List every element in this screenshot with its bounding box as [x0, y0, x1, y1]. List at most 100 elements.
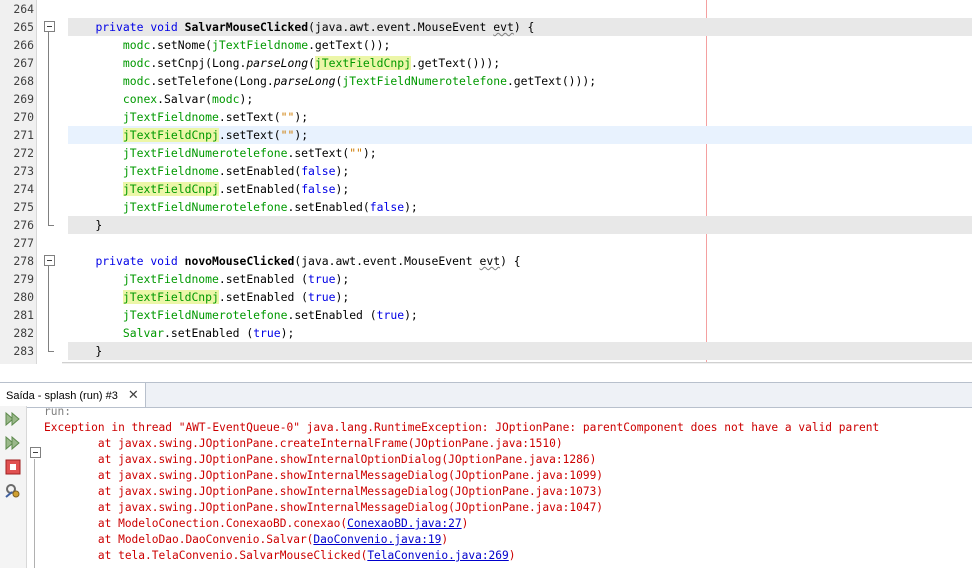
- code-line[interactable]: 271 jTextFieldCnpj.setText("");: [0, 126, 972, 144]
- code-token: );: [335, 164, 350, 178]
- output-line: at javax.swing.JOptionPane.createInterna…: [44, 436, 972, 452]
- code-token: jTextFieldCnpj: [122, 182, 219, 196]
- output-token[interactable]: TelaConvenio.java:269: [367, 549, 508, 562]
- code-token: (java.awt.event.MouseEvent: [308, 20, 494, 34]
- stop-icon[interactable]: [4, 458, 22, 476]
- code-line[interactable]: 279 jTextFieldnome.setEnabled (true);: [0, 270, 972, 288]
- code-token: "": [280, 128, 295, 142]
- output-token[interactable]: DaoConvenio.java:19: [313, 533, 441, 546]
- code-token: SalvarMouseClicked: [184, 20, 309, 34]
- scroll-right-icon[interactable]: ▶: [958, 363, 972, 364]
- fold-collapse-icon[interactable]: [44, 255, 55, 266]
- output-fold-guide: [34, 459, 35, 568]
- code-token: );: [294, 110, 309, 124]
- code-token: }: [68, 344, 103, 358]
- code-token: );: [239, 92, 254, 106]
- output-line: at javax.swing.JOptionPane.showInternalM…: [44, 468, 972, 484]
- code-token: .setEnabled(: [218, 164, 302, 178]
- output-line: at javax.swing.JOptionPane.showInternalM…: [44, 484, 972, 500]
- code-text: modc.setCnpj(Long.parseLong(jTextFieldCn…: [68, 54, 500, 72]
- output-token: at ModeloConection.ConexaoBD.conexao(: [44, 517, 348, 530]
- scroll-left-icon[interactable]: ◀: [62, 363, 76, 364]
- code-token: evt: [479, 254, 501, 268]
- code-token: jTextFieldCnpj: [314, 56, 411, 70]
- code-line[interactable]: 276 }: [0, 216, 972, 234]
- code-line[interactable]: 272 jTextFieldNumerotelefone.setText("")…: [0, 144, 972, 162]
- code-line[interactable]: 278 private void novoMouseClicked(java.a…: [0, 252, 972, 270]
- code-line[interactable]: 264: [0, 0, 972, 18]
- code-line[interactable]: 265 private void SalvarMouseClicked(java…: [0, 18, 972, 36]
- line-number: 279: [13, 272, 34, 286]
- code-line[interactable]: 280 jTextFieldCnpj.setEnabled (true);: [0, 288, 972, 306]
- code-token: private: [95, 254, 144, 268]
- code-token: .getText()));: [410, 56, 501, 70]
- code-token: private: [95, 20, 144, 34]
- code-token: );: [335, 290, 350, 304]
- code-token: .setEnabled (: [218, 290, 309, 304]
- line-number: 267: [13, 56, 34, 70]
- code-line[interactable]: 268 modc.setTelefone(Long.parseLong(jTex…: [0, 72, 972, 90]
- code-line[interactable]: 281 jTextFieldNumerotelefone.setEnabled …: [0, 306, 972, 324]
- code-token: evt: [493, 20, 514, 34]
- code-token: );: [335, 272, 350, 286]
- code-editor[interactable]: 264 265 private void SalvarMouseClicked(j…: [0, 0, 972, 364]
- code-token: void: [150, 254, 178, 268]
- code-line[interactable]: 282 Salvar.setEnabled (true);: [0, 324, 972, 342]
- line-highlight: [68, 342, 972, 360]
- code-text: jTextFieldnome.setText("");: [68, 108, 308, 126]
- output-token: run:: [44, 405, 71, 418]
- output-token: Exception in thread "AWT-EventQueue-0" j…: [44, 421, 880, 434]
- code-line[interactable]: 266 modc.setNome(jTextFieldnome.getText(…: [0, 36, 972, 54]
- code-token: (java.awt.event.MouseEvent: [294, 254, 480, 268]
- code-token: );: [335, 182, 350, 196]
- code-line[interactable]: 267 modc.setCnpj(Long.parseLong(jTextFie…: [0, 54, 972, 72]
- code-token: jTextFieldCnpj: [122, 128, 219, 142]
- settings-icon[interactable]: [4, 482, 22, 500]
- code-line[interactable]: 270 jTextFieldnome.setText("");: [0, 108, 972, 126]
- line-number: 274: [13, 182, 34, 196]
- code-line[interactable]: 277: [0, 234, 972, 252]
- code-token: }: [68, 218, 103, 232]
- horizontal-scrollbar[interactable]: ◀ ▶: [62, 362, 972, 364]
- code-line[interactable]: 274 jTextFieldCnpj.setEnabled(false);: [0, 180, 972, 198]
- code-token: .getText());: [308, 38, 391, 52]
- code-line[interactable]: 269 conex.Salvar(modc);: [0, 90, 972, 108]
- rerun-with-params-icon[interactable]: [4, 434, 22, 452]
- output-console[interactable]: run: Exception in thread "AWT-EventQueue-…: [44, 404, 972, 564]
- code-text: conex.Salvar(modc);: [68, 90, 253, 108]
- close-icon[interactable]: ✕: [128, 387, 139, 402]
- output-line: run:: [44, 404, 972, 420]
- output-line: Exception in thread "AWT-EventQueue-0" j…: [44, 420, 972, 436]
- code-token: .setTelefone(Long.: [150, 74, 274, 88]
- line-number: 280: [13, 290, 34, 304]
- rerun-icon[interactable]: [4, 410, 22, 428]
- output-panel: Saída - splash (run) #3 ✕ run: Exception i…: [0, 382, 972, 568]
- code-token: jTextFieldNumerotelefone: [122, 146, 288, 160]
- line-number: 282: [13, 326, 34, 340]
- code-token: jTextFieldnome: [122, 110, 219, 124]
- code-token: .setEnabled (: [218, 272, 309, 286]
- output-line: at javax.swing.JOptionPane.showInternalM…: [44, 500, 972, 516]
- line-number: 269: [13, 92, 34, 106]
- code-token: jTextFieldnome: [122, 164, 219, 178]
- code-token: );: [294, 128, 309, 142]
- fold-collapse-icon[interactable]: [44, 21, 55, 32]
- code-token: "": [349, 146, 363, 160]
- code-token: .Salvar(: [157, 92, 213, 106]
- output-token: ): [441, 533, 449, 546]
- code-line[interactable]: 273 jTextFieldnome.setEnabled(false);: [0, 162, 972, 180]
- output-token[interactable]: ConexaoBD.java:27: [347, 517, 462, 530]
- line-number: 275: [13, 200, 34, 214]
- output-fold-icon[interactable]: [30, 447, 41, 458]
- code-token: ) {: [500, 254, 521, 268]
- code-token: );: [362, 146, 377, 160]
- output-token: ): [461, 517, 469, 530]
- code-line[interactable]: 283 }: [0, 342, 972, 360]
- code-line[interactable]: 275 jTextFieldNumerotelefone.setEnabled(…: [0, 198, 972, 216]
- line-number: 278: [13, 254, 34, 268]
